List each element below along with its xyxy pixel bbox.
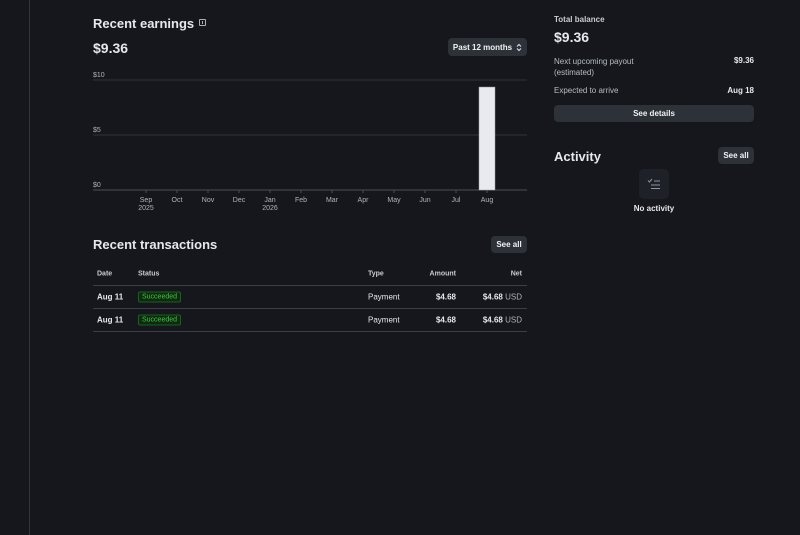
row-net: $4.68 USD [483, 293, 522, 302]
row-currency: USD [505, 315, 522, 325]
payout-label: Next upcoming payout (estimated) [554, 57, 634, 77]
row-type: Payment [368, 292, 400, 302]
row-net-value: $4.68 [482, 315, 503, 325]
date-range-label: Past 12 months [452, 42, 513, 52]
x-tick-label: Mar [326, 197, 339, 204]
row-amount: $4.68 [435, 315, 456, 325]
earnings-chart: $10 $5 $0 Sep 2025 Oct Nov Dec Jan 2026 Feb Mar Apr M… [93, 72, 527, 222]
checklist-icon [647, 178, 660, 189]
earnings-header: Recent earnings [93, 15, 207, 33]
payout-row: Next upcoming payout (estimated) $9.36 [554, 56, 754, 78]
column-header-amount: Amount [429, 270, 456, 277]
x-tick-label: Jun [419, 197, 430, 204]
x-tick-sublabel: 2026 [262, 205, 278, 212]
table-row[interactable]: Aug 11 Succeeded Payment $4.68 $4.68 USD [93, 309, 527, 332]
x-tick-label: Feb [295, 197, 307, 204]
row-net: $4.68 USD [483, 316, 522, 325]
row-status: Succeeded [138, 314, 182, 326]
column-header-status: Status [138, 270, 160, 277]
table-header-row: Date Status Type Amount Net [93, 262, 527, 286]
transactions-table: Date Status Type Amount Net Aug 11 Succe… [93, 262, 527, 332]
date-range-select[interactable]: Past 12 months [448, 38, 527, 56]
row-status: Succeeded [138, 291, 182, 303]
table-row[interactable]: Aug 11 Succeeded Payment $4.68 $4.68 USD [93, 286, 527, 309]
column-header-date: Date [97, 270, 113, 277]
balance-title: Total balance [554, 15, 605, 24]
payout-value: $9.36 [733, 56, 754, 65]
column-header-type: Type [368, 270, 384, 277]
x-tick-label: May [387, 197, 401, 204]
activity-see-all-button[interactable]: See all [718, 147, 754, 164]
arrive-value: Aug 18 [727, 86, 754, 95]
sidebar-divider [29, 0, 30, 535]
transactions-title: Recent transactions [93, 237, 218, 252]
info-icon[interactable] [199, 19, 207, 26]
earnings-total: $9.36 [93, 40, 129, 56]
row-currency: USD [505, 292, 522, 302]
status-badge: Succeeded [138, 314, 182, 326]
arrive-row: Expected to arrive Aug 18 [554, 86, 754, 95]
row-net-value: $4.68 [482, 292, 503, 302]
balance-amount: $9.36 [554, 29, 590, 45]
chevron-up-down-icon [516, 43, 522, 51]
row-date: Aug 11 [97, 292, 124, 302]
activity-title: Activity [554, 149, 601, 164]
x-tick-label: Nov [202, 197, 215, 204]
arrive-label: Expected to arrive [554, 86, 619, 95]
transactions-see-all-button[interactable]: See all [491, 236, 527, 253]
earnings-title: Recent earnings [93, 16, 195, 31]
x-tick-label: Sep [140, 197, 153, 204]
y-tick-label: $0 [93, 182, 101, 189]
y-tick-label: $10 [93, 72, 105, 79]
x-tick-label: Aug [481, 197, 494, 204]
bar [478, 86, 496, 191]
x-tick-label: Jan [264, 197, 275, 204]
row-type: Payment [368, 315, 400, 325]
x-tick-label: Dec [233, 197, 246, 204]
status-badge: Succeeded [138, 291, 182, 303]
activity-empty-label: No activity [633, 204, 675, 213]
column-header-net: Net [510, 270, 522, 277]
x-tick-sublabel: 2025 [138, 205, 154, 212]
x-tick-label: Jul [452, 197, 461, 204]
y-tick-label: $5 [93, 127, 101, 134]
activity-empty-icon-box [639, 169, 669, 199]
x-tick-label: Apr [358, 197, 370, 204]
earnings-chart-svg: $10 $5 $0 Sep2025 Oct Nov Dec Jan2026 Feb Mar Apr M… [93, 72, 527, 212]
row-amount: $4.68 [435, 292, 456, 302]
see-details-button[interactable]: See details [554, 105, 754, 122]
x-tick-label: Oct [172, 197, 183, 204]
row-date: Aug 11 [97, 315, 124, 325]
